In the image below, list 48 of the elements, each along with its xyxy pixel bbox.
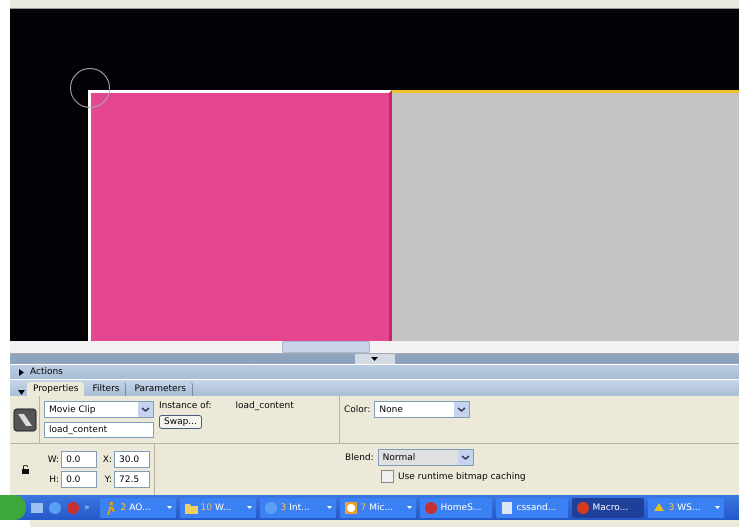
color-label: Color: — [344, 404, 370, 414]
instance-name-field[interactable]: load_content — [44, 422, 154, 438]
taskbar-button[interactable]: HomeS... — [420, 498, 492, 518]
dimension-field[interactable]: 30.0 — [114, 451, 150, 468]
taskbar-button[interactable]: 7 Mic... — [340, 498, 416, 518]
scrollbar-thumb[interactable] — [282, 341, 370, 353]
caret-icon — [714, 506, 720, 509]
doc-icon — [500, 500, 514, 514]
taskbar-button[interactable]: cssand... — [496, 498, 568, 518]
caret-icon — [371, 357, 378, 361]
lock-icon[interactable] — [22, 465, 28, 474]
cache-label: Use runtime bitmap caching — [398, 472, 526, 482]
blend-dropdown[interactable]: Normal — [378, 449, 474, 466]
swap-button[interactable]: Swap... — [159, 415, 202, 429]
dimension-label: X: — [102, 454, 112, 464]
registration-circle-icon — [70, 68, 110, 108]
movie-clip-icon — [12, 408, 36, 432]
instance-of-label: Instance of: — [159, 401, 212, 411]
dimension-field[interactable]: 72.5 — [114, 471, 150, 488]
start-button[interactable] — [0, 495, 26, 520]
caret-icon — [166, 506, 172, 509]
taskbar-button[interactable]: Macro... — [572, 498, 644, 518]
dimension-label: W: — [46, 454, 60, 464]
taskbar-button[interactable]: 10 W... — [180, 498, 256, 518]
taskbar-button[interactable]: 2 AO... — [100, 498, 176, 518]
horizontal-scrollbar[interactable] — [10, 341, 739, 354]
caret-icon — [246, 506, 252, 509]
panel-title: Actions — [30, 367, 63, 377]
panel-header[interactable]: Actions — [10, 365, 739, 379]
caret-icon — [406, 506, 412, 509]
taskbar-button[interactable]: 3 WS... — [648, 498, 724, 518]
more-icon[interactable]: » — [84, 502, 90, 512]
collapsed-triangle-icon[interactable] — [18, 368, 25, 376]
instance-of-value: load_content — [236, 401, 294, 411]
desktop-icon[interactable] — [30, 500, 44, 514]
color-dropdown[interactable]: None — [374, 401, 470, 418]
dimension-field[interactable]: 0.0 — [61, 471, 98, 488]
symbol-type-dropdown[interactable]: Movie Clip — [44, 401, 154, 418]
blend-label: Blend: — [345, 452, 374, 462]
collapse-handle[interactable] — [354, 354, 394, 364]
dimension-label: Y: — [104, 474, 112, 484]
caret-icon — [326, 506, 332, 509]
dimension-label: H: — [48, 474, 60, 484]
expanded-triangle-icon[interactable] — [18, 389, 25, 396]
tab[interactable]: Properties — [27, 382, 84, 396]
taskbar-button[interactable]: 3 Int... — [260, 498, 336, 518]
cache-checkbox[interactable] — [381, 470, 394, 483]
dimension-field[interactable]: 0.0 — [61, 451, 98, 468]
